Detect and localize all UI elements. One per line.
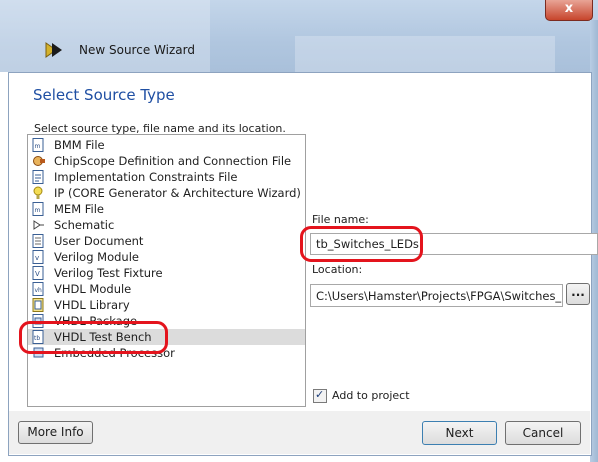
source-type-item[interactable]: Implementation Constraints File <box>28 169 305 185</box>
source-type-label: VHDL Module <box>54 282 132 296</box>
svg-text:V: V <box>35 270 40 278</box>
source-type-label: BMM File <box>54 138 105 152</box>
source-type-label: Implementation Constraints File <box>54 170 238 184</box>
background-blur <box>0 0 210 72</box>
verilog-module-icon: v <box>32 250 44 264</box>
source-type-label: MEM File <box>54 202 105 216</box>
dialog-footer <box>9 411 590 454</box>
source-type-label: Verilog Module <box>54 250 139 264</box>
source-type-item[interactable]: m MEM File <box>28 201 305 217</box>
vhdl-file-icon: m <box>32 202 44 216</box>
location-label: Location: <box>312 263 363 276</box>
add-to-project-checkbox[interactable]: ✓ <box>313 388 327 403</box>
source-type-item[interactable]: IP (CORE Generator & Architecture Wizard… <box>28 185 305 201</box>
location-value: C:\Users\Hamster\Projects\FPGA\Switches_… <box>316 289 563 303</box>
close-icon: x <box>564 1 574 16</box>
browse-button[interactable]: ... <box>566 283 590 305</box>
vhdl-library-icon <box>32 298 44 312</box>
svg-text:m: m <box>35 207 41 214</box>
browse-label: ... <box>571 285 585 299</box>
svg-text:vh: vh <box>35 287 43 294</box>
cancel-label: Cancel <box>522 426 564 440</box>
more-info-button[interactable]: More Info <box>18 421 93 444</box>
source-type-item[interactable]: V Verilog Test Fixture <box>28 265 305 281</box>
highlight-annotation-selection <box>19 321 168 354</box>
cancel-button[interactable]: Cancel <box>505 421 581 445</box>
source-type-item[interactable]: Schematic <box>28 217 305 233</box>
source-type-item[interactable]: m BMM File <box>28 137 305 153</box>
vhdl-file-icon: m <box>32 138 44 152</box>
source-type-label: User Document <box>54 234 144 248</box>
schematic-icon <box>33 220 44 230</box>
source-type-item[interactable]: v Verilog Module <box>28 249 305 265</box>
source-type-item[interactable]: User Document <box>28 233 305 249</box>
highlight-annotation-filename <box>300 226 423 262</box>
vhdl-module-icon: vh <box>32 282 44 296</box>
source-type-item[interactable]: ChipScope Definition and Connection File <box>28 153 305 169</box>
more-info-label: More Info <box>27 425 84 439</box>
svg-text:m: m <box>35 143 41 150</box>
window-title: New Source Wizard <box>79 43 195 57</box>
source-type-label: Verilog Test Fixture <box>54 266 163 280</box>
document-icon <box>32 234 44 248</box>
constraints-file-icon <box>32 170 44 184</box>
window-titlebar: x New Source Wizard <box>0 0 598 72</box>
source-type-label: VHDL Library <box>54 298 130 312</box>
source-type-item[interactable]: VHDL Library <box>28 297 305 313</box>
page-title: Select Source Type <box>33 86 175 104</box>
file-name-label: File name: <box>312 213 369 226</box>
source-type-label: IP (CORE Generator & Architecture Wizard… <box>54 186 301 200</box>
background-blur-right <box>295 36 555 72</box>
source-type-label: ChipScope Definition and Connection File <box>54 154 292 168</box>
ip-core-icon <box>33 186 43 199</box>
wizard-icon <box>45 42 62 58</box>
close-button[interactable]: x <box>545 0 593 21</box>
add-to-project-label: Add to project <box>332 389 410 402</box>
source-type-label: Schematic <box>54 218 115 232</box>
source-type-item[interactable]: vh VHDL Module <box>28 281 305 297</box>
next-label: Next <box>445 426 474 440</box>
chipscope-icon <box>33 156 45 166</box>
check-icon: ✓ <box>315 388 325 401</box>
verilog-test-icon: V <box>32 266 44 280</box>
svg-text:v: v <box>35 254 39 262</box>
source-type-list[interactable]: m BMM File ChipScope Definition and Connec… <box>27 134 306 407</box>
location-input[interactable]: C:\Users\Hamster\Projects\FPGA\Switches_… <box>310 284 563 307</box>
next-button[interactable]: Next <box>422 421 497 445</box>
